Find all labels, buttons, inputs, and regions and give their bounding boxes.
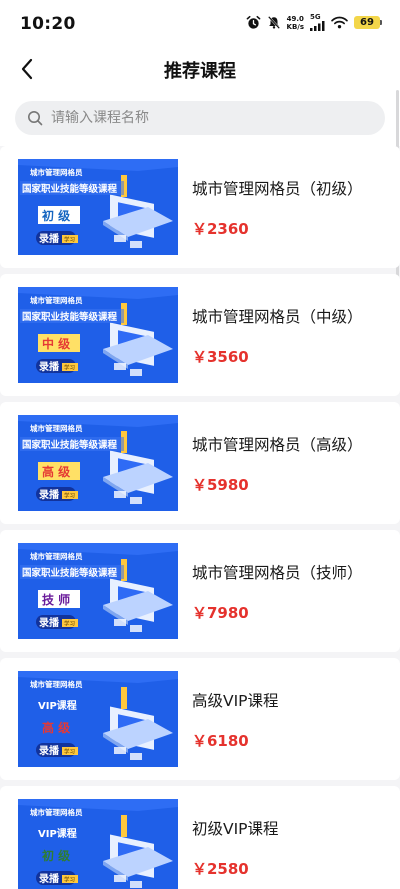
search-input[interactable] <box>51 110 351 126</box>
course-name: 城市管理网格员（中级） <box>192 308 363 326</box>
banner-level: 高 级 <box>42 464 70 479</box>
course-price: ￥2580 <box>192 860 249 878</box>
banner-level: 技 师 <box>42 592 70 607</box>
banner-subtitle: 国家职业技能等级课程 <box>22 439 118 451</box>
signal-icon <box>310 21 325 31</box>
banner-badge: 录播 <box>39 360 60 373</box>
banner-subtitle: VIP课程 <box>38 699 77 712</box>
banner-top-label: 城市管理网格员 <box>30 679 83 689</box>
course-price: ￥5980 <box>192 476 249 494</box>
banner-level: 中 级 <box>42 336 70 351</box>
page-title: 推荐课程 <box>164 61 236 82</box>
banner-top-label: 城市管理网格员 <box>30 807 83 817</box>
banner-subtitle: 国家职业技能等级课程 <box>22 311 118 323</box>
course-thumbnail: 城市管理网格员 VIP课程 高 级 录播 学习 <box>18 671 178 767</box>
banner-badge: 录播 <box>39 872 60 885</box>
status-icons: 49.0 KB/s 5G 69 <box>246 14 382 31</box>
alarm-icon <box>246 15 260 29</box>
banner-level: 初 级 <box>42 848 70 863</box>
banner-subtitle: 国家职业技能等级课程 <box>22 183 118 195</box>
banner-top-label: 城市管理网格员 <box>30 423 83 433</box>
course-card[interactable]: 城市管理网格员 VIP课程 初 级 录播 学习 初级VIP课程 ￥2580 <box>0 786 400 889</box>
course-thumbnail: 城市管理网格员 国家职业技能等级课程 中 级 录播 学习 <box>18 287 178 383</box>
banner-level: 初 级 <box>42 208 70 223</box>
banner-badge-tag: 学习 <box>64 492 75 500</box>
course-card[interactable]: 城市管理网格员 国家职业技能等级课程 技 师 录播 学习 城市管理网格员（技师）… <box>0 530 400 652</box>
course-name: 初级VIP课程 <box>192 820 279 838</box>
course-name: 城市管理网格员（技师） <box>192 564 363 582</box>
course-card[interactable]: 城市管理网格员 国家职业技能等级课程 中 级 录播 学习 城市管理网格员（中级）… <box>0 274 400 396</box>
net-speed-unit: KB/s <box>286 22 304 31</box>
course-thumbnail: 城市管理网格员 国家职业技能等级课程 技 师 录播 学习 <box>18 543 178 639</box>
net-speed-value: 49.0 <box>286 14 304 23</box>
banner-badge-tag: 学习 <box>64 364 75 372</box>
cell-signal: 5G <box>310 14 325 31</box>
wifi-icon <box>331 16 348 29</box>
banner-badge-tag: 学习 <box>64 620 75 628</box>
status-time: 10:20 <box>20 14 76 34</box>
banner-badge: 录播 <box>39 744 60 757</box>
banner-badge: 录播 <box>39 488 60 501</box>
battery-level: 69 <box>354 16 380 29</box>
search-bar <box>0 90 400 146</box>
banner-badge-tag: 学习 <box>64 876 75 884</box>
banner-top-label: 城市管理网格员 <box>30 167 83 177</box>
banner-badge-tag: 学习 <box>64 748 75 756</box>
search-icon <box>28 111 43 126</box>
banner-subtitle: 国家职业技能等级课程 <box>22 567 118 579</box>
banner-level: 高 级 <box>42 720 70 735</box>
course-price: ￥7980 <box>192 604 249 622</box>
banner-badge-tag: 学习 <box>64 236 75 244</box>
course-name: 城市管理网格员（初级） <box>192 180 363 198</box>
course-thumbnail: 城市管理网格员 VIP课程 初 级 录播 学习 <box>18 799 178 889</box>
battery-tip <box>380 20 382 25</box>
course-card[interactable]: 城市管理网格员 VIP课程 高 级 录播 学习 高级VIP课程 ￥6180 <box>0 658 400 780</box>
course-card[interactable]: 城市管理网格员 国家职业技能等级课程 高 级 录播 学习 城市管理网格员（高级）… <box>0 402 400 524</box>
banner-badge: 录播 <box>39 616 60 629</box>
status-bar: 10:20 49.0 KB/s 5G 69 <box>0 0 400 48</box>
net-speed: 49.0 KB/s <box>287 15 304 31</box>
battery-icon: 69 <box>354 16 382 29</box>
network-type: 5G <box>310 13 321 21</box>
banner-top-label: 城市管理网格员 <box>30 295 83 305</box>
banner-top-label: 城市管理网格员 <box>30 551 83 561</box>
course-name: 高级VIP课程 <box>192 692 279 710</box>
course-price: ￥3560 <box>192 348 249 366</box>
search-box[interactable] <box>15 101 385 135</box>
mute-bell-icon <box>267 16 280 29</box>
banner-badge: 录播 <box>39 232 60 245</box>
banner-subtitle: VIP课程 <box>38 827 77 840</box>
course-thumbnail: 城市管理网格员 国家职业技能等级课程 初 级 录播 学习 <box>18 159 178 255</box>
course-card[interactable]: 城市管理网格员 国家职业技能等级课程 初 级 录播 学习 城市管理网格员（初级）… <box>0 146 400 268</box>
app-header: 推荐课程 <box>0 48 400 90</box>
course-price: ￥2360 <box>192 220 249 238</box>
course-thumbnail: 城市管理网格员 国家职业技能等级课程 高 级 录播 学习 <box>18 415 178 511</box>
course-name: 城市管理网格员（高级） <box>192 436 363 454</box>
course-price: ￥6180 <box>192 732 249 750</box>
